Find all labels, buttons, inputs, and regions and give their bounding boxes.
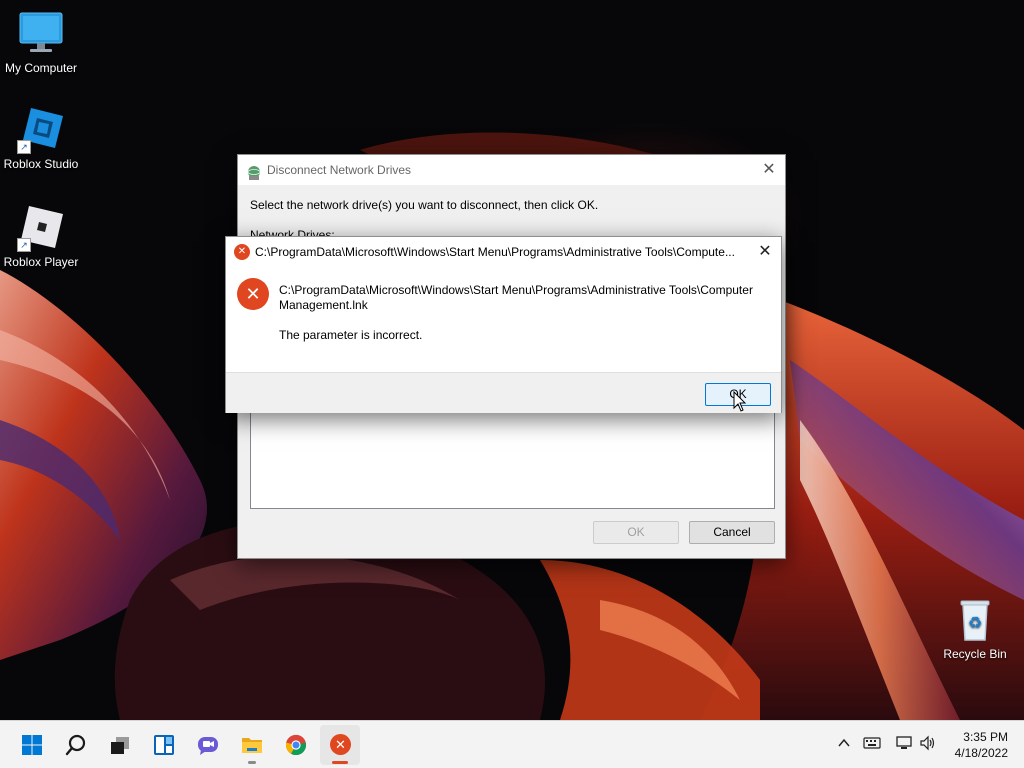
roblox-studio-icon: ↗ (17, 106, 65, 154)
widgets-icon (153, 734, 175, 756)
error-dialog-title: C:\ProgramData\Microsoft\Windows\Start M… (255, 245, 735, 259)
search-icon (65, 734, 87, 756)
taskbar-chat-button[interactable] (188, 725, 228, 765)
taskbar-error-app-button[interactable]: ✕ (320, 725, 360, 765)
roblox-player-icon: ↗ (17, 204, 65, 252)
running-indicator (248, 761, 256, 764)
close-button[interactable]: ✕ (753, 155, 785, 185)
volume-icon[interactable] (917, 735, 939, 755)
taskbar-task-view-button[interactable] (100, 725, 140, 765)
instruction-text: Select the network drive(s) you want to … (250, 198, 599, 212)
desktop-icon-label: My Computer (4, 61, 78, 75)
error-icon: ✕ (330, 734, 351, 755)
dialog-title: Disconnect Network Drives (267, 163, 412, 177)
close-icon: ✕ (758, 243, 772, 260)
error-dialog-titlebar: ✕ C:\ProgramData\Microsoft\Windows\Start… (226, 237, 781, 267)
taskbar: ✕ 3:35 PM 4/18/2022 (0, 720, 1024, 768)
desktop-icon-label: Roblox Studio (3, 157, 79, 171)
clock-time: 3:35 PM (963, 730, 1008, 744)
taskbar-clock[interactable]: 3:35 PM 4/18/2022 (955, 729, 1008, 761)
error-dialog-footer: OK (226, 372, 781, 413)
error-icon: ✕ (237, 278, 269, 310)
svg-text:♻: ♻ (968, 613, 982, 632)
taskbar-file-explorer-button[interactable] (232, 725, 272, 765)
error-dialog: ✕ C:\ProgramData\Microsoft\Windows\Start… (225, 236, 782, 413)
shortcut-arrow-icon: ↗ (17, 140, 31, 154)
active-indicator (332, 761, 348, 764)
chat-icon (197, 734, 219, 756)
desktop-icon-roblox-studio[interactable]: ↗ Roblox Studio (0, 106, 82, 171)
ok-button[interactable]: OK (593, 521, 679, 544)
cancel-button[interactable]: Cancel (689, 521, 775, 544)
mouse-cursor (733, 390, 747, 413)
chevron-up-icon[interactable] (833, 735, 855, 755)
desktop-icon-recycle-bin[interactable]: ♻ Recycle Bin (934, 596, 1016, 661)
desktop-icon-roblox-player[interactable]: ↗ Roblox Player (0, 204, 82, 269)
close-icon: ✕ (762, 161, 776, 178)
shortcut-arrow-icon: ↗ (17, 238, 31, 252)
windows-start-icon (21, 734, 43, 756)
taskbar-search-button[interactable] (56, 725, 96, 765)
clock-date: 4/18/2022 (954, 746, 1008, 760)
desktop-icon-label: Recycle Bin (943, 647, 1007, 661)
error-message: The parameter is incorrect. (279, 328, 423, 342)
error-path-line1: C:\ProgramData\Microsoft\Windows\Start M… (279, 283, 753, 297)
network-drive-icon (246, 162, 262, 180)
error-path-line2: Management.lnk (279, 298, 368, 312)
keyboard-icon[interactable] (861, 735, 883, 755)
dialog-titlebar: Disconnect Network Drives ✕ (238, 155, 785, 185)
task-view-icon (109, 734, 131, 756)
chrome-icon (285, 734, 307, 756)
error-icon: ✕ (234, 244, 250, 260)
taskbar-widgets-button[interactable] (144, 725, 184, 765)
recycle-bin-icon: ♻ (951, 596, 999, 644)
desktop-icon-label: Roblox Player (3, 255, 79, 269)
folder-icon (241, 734, 263, 756)
desktop-icon-my-computer[interactable]: My Computer (0, 10, 82, 75)
taskbar-chrome-button[interactable] (276, 725, 316, 765)
close-button[interactable]: ✕ (749, 237, 781, 267)
network-icon[interactable] (893, 735, 915, 755)
monitor-icon (17, 10, 65, 58)
taskbar-start-button[interactable] (12, 725, 52, 765)
error-path-text: C:\ProgramData\Microsoft\Windows\Start M… (279, 283, 774, 313)
